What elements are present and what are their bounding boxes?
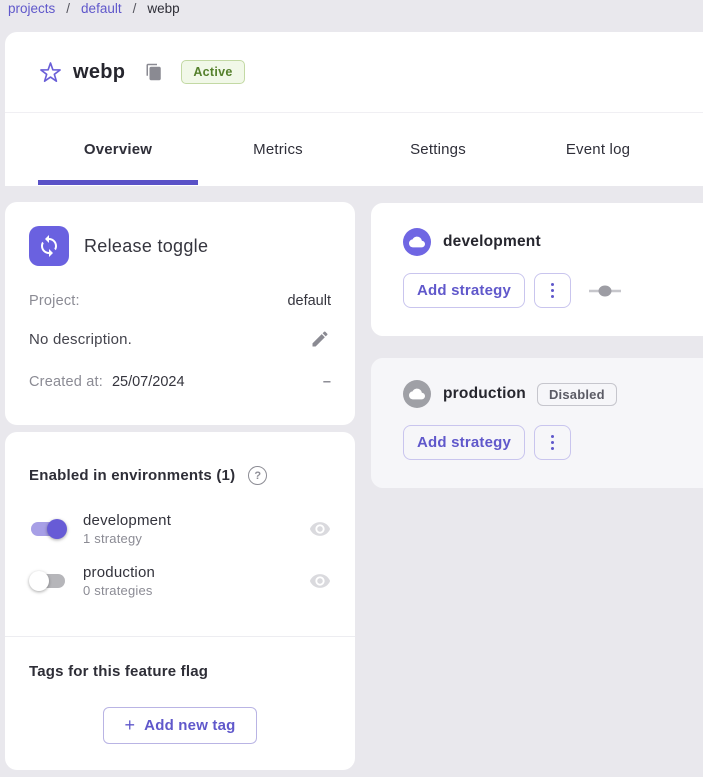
project-value: default (287, 293, 331, 309)
visibility-icon[interactable] (309, 570, 331, 592)
tab-overview[interactable]: Overview (38, 113, 198, 185)
favorite-star-icon[interactable] (38, 60, 62, 84)
breadcrumb-link-projects[interactable]: projects (8, 1, 55, 16)
project-label: Project: (29, 293, 80, 309)
environments-title: Enabled in environments (1) (29, 467, 235, 484)
environment-row-development: development 1 strategy (29, 512, 331, 546)
environment-panel-name: development (443, 233, 541, 251)
production-toggle[interactable] (29, 570, 67, 592)
visibility-icon[interactable] (309, 518, 331, 540)
feature-header-card: webp Active Overview Metrics Settings Ev… (5, 32, 703, 186)
add-new-tag-button[interactable]: + Add new tag (103, 707, 257, 744)
add-strategy-button[interactable]: Add strategy (403, 425, 525, 460)
environment-name: production (83, 564, 155, 581)
cloud-icon (403, 380, 431, 408)
environment-name: development (83, 512, 171, 529)
environment-strategy-count: 1 strategy (83, 531, 171, 546)
description-text: No description. (29, 331, 132, 348)
feature-header: webp Active (5, 32, 703, 113)
tags-section: Tags for this feature flag + Add new tag (5, 637, 355, 744)
created-label: Created at: (29, 374, 103, 390)
edit-description-icon[interactable] (309, 328, 331, 350)
feature-flag-page: projects / default / webp webp Active Ov… (0, 0, 703, 777)
empty-value-dash: – (323, 374, 331, 390)
environment-row-production: production 0 strategies (29, 564, 331, 598)
tab-settings[interactable]: Settings (358, 113, 518, 185)
environment-strategy-count: 0 strategies (83, 583, 155, 598)
copy-name-icon[interactable] (144, 62, 164, 82)
release-toggle-icon (29, 226, 69, 266)
project-row: Project: default (29, 293, 331, 309)
enabled-environments-section: Enabled in environments (1) ? developmen… (5, 432, 355, 637)
development-toggle[interactable] (29, 518, 67, 540)
add-strategy-button[interactable]: Add strategy (403, 273, 525, 308)
cloud-icon (403, 228, 431, 256)
environment-menu-kebab-icon[interactable] (534, 273, 571, 308)
help-icon[interactable]: ? (248, 466, 267, 485)
status-badge: Active (181, 60, 244, 84)
development-environment-panel: development Add strategy (371, 203, 703, 336)
breadcrumb-link-default[interactable]: default (81, 1, 122, 16)
plus-icon: + (124, 715, 135, 736)
flag-type-label: Release toggle (84, 236, 208, 257)
breadcrumb: projects / default / webp (8, 1, 180, 16)
page-title: webp (73, 61, 125, 84)
tags-title: Tags for this feature flag (29, 663, 331, 680)
environments-card: Enabled in environments (1) ? developmen… (5, 432, 355, 770)
environment-menu-kebab-icon[interactable] (534, 425, 571, 460)
production-environment-panel: production Disabled Add strategy (371, 358, 703, 488)
tab-event-log[interactable]: Event log (518, 113, 678, 185)
disabled-badge: Disabled (537, 383, 617, 406)
tab-metrics[interactable]: Metrics (198, 113, 358, 185)
add-new-tag-label: Add new tag (144, 717, 235, 734)
breadcrumb-separator: / (133, 1, 137, 16)
active-tab-indicator (38, 180, 198, 185)
breadcrumb-separator: / (66, 1, 70, 16)
created-row: Created at: 25/07/2024 – (29, 374, 331, 390)
tabs-row: Overview Metrics Settings Event log (5, 113, 703, 185)
created-value: 25/07/2024 (112, 374, 185, 390)
strategy-connector-icon (589, 285, 621, 297)
flag-details-card: Release toggle Project: default No descr… (5, 202, 355, 425)
environment-panel-name: production (443, 385, 526, 403)
description-row: No description. (29, 328, 331, 350)
breadcrumb-current: webp (147, 1, 179, 16)
